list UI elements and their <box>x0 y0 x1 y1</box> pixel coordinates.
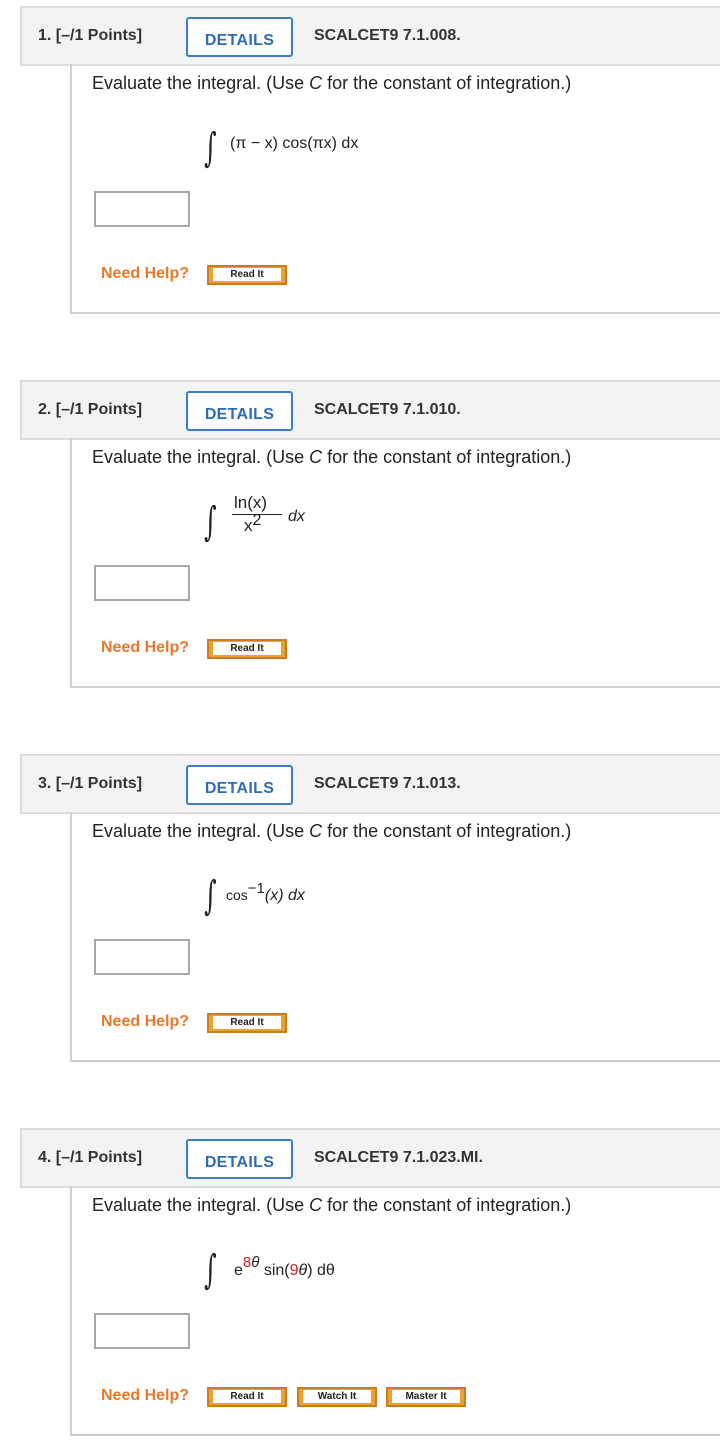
integrand-exponent: −1 <box>247 880 265 897</box>
need-help-label: Need Help? <box>101 639 190 656</box>
question-body: Evaluate the integral. (Use C for the co… <box>70 438 720 688</box>
argument-coefficient: 9 <box>289 1262 299 1279</box>
denominator-base: x <box>244 516 253 535</box>
read-it-label: Read It <box>213 268 281 281</box>
integral-sign: ∫ <box>204 1247 217 1293</box>
question-body: Evaluate the integral. (Use C for the co… <box>70 812 720 1062</box>
prompt-text-end: for the constant of integration.) <box>322 73 572 93</box>
answer-input[interactable] <box>94 565 190 601</box>
denominator-exponent: 2 <box>252 512 262 529</box>
question-id: SCALCET9 7.1.023.MI. <box>314 1149 483 1166</box>
prompt-text: Evaluate the integral. (Use <box>92 1195 310 1215</box>
read-it-label: Read It <box>213 642 281 655</box>
answer-input[interactable] <box>94 191 190 227</box>
question-header: 3. [–/1 Points] DETAILS SCALCET9 7.1.013… <box>20 754 720 814</box>
constant-variable: C <box>309 821 323 841</box>
question-header: 2. [–/1 Points] DETAILS SCALCET9 7.1.010… <box>20 380 720 440</box>
question-1: 1. [–/1 Points] DETAILS SCALCET9 7.1.008… <box>20 6 720 314</box>
question-body: Evaluate the integral. (Use C for the co… <box>70 64 720 314</box>
question-number: 2. [–/1 Points] <box>38 401 143 418</box>
details-button[interactable]: DETAILS <box>186 17 293 57</box>
read-it-button[interactable]: Read It <box>207 639 287 659</box>
question-id: SCALCET9 7.1.010. <box>314 401 461 418</box>
need-help-label: Need Help? <box>101 1013 190 1030</box>
master-it-label: Master It <box>392 1390 460 1403</box>
integrand-rest: (x) dx <box>264 887 305 904</box>
integrand: (π − x) cos(πx) dx <box>230 135 359 152</box>
question-body: Evaluate the integral. (Use C for the co… <box>70 1186 720 1436</box>
read-it-label: Read It <box>213 1016 281 1029</box>
read-it-button[interactable]: Read It <box>207 1013 287 1033</box>
prompt-text: Evaluate the integral. (Use <box>92 821 310 841</box>
constant-variable: C <box>309 447 323 467</box>
question-prompt: Evaluate the integral. (Use C for the co… <box>92 1195 571 1216</box>
watch-it-label: Watch It <box>303 1390 371 1403</box>
fraction-denominator: x2 <box>244 512 261 536</box>
prompt-text: Evaluate the integral. (Use <box>92 73 310 93</box>
question-header: 4. [–/1 Points] DETAILS SCALCET9 7.1.023… <box>20 1128 720 1188</box>
question-prompt: Evaluate the integral. (Use C for the co… <box>92 73 571 94</box>
read-it-button[interactable]: Read It <box>207 265 287 285</box>
integral-sign: ∫ <box>204 499 217 545</box>
prompt-text: Evaluate the integral. (Use <box>92 447 310 467</box>
integrand-tail: dx <box>288 508 305 525</box>
question-header: 1. [–/1 Points] DETAILS SCALCET9 7.1.008… <box>20 6 720 66</box>
question-4: 4. [–/1 Points] DETAILS SCALCET9 7.1.023… <box>20 1128 720 1436</box>
integrand-exponent: 8θ <box>243 1254 259 1271</box>
question-number: 4. [–/1 Points] <box>38 1149 143 1166</box>
constant-variable: C <box>309 1195 323 1215</box>
question-number: 3. [–/1 Points] <box>38 775 143 792</box>
question-3: 3. [–/1 Points] DETAILS SCALCET9 7.1.013… <box>20 754 720 1062</box>
integrand: cos−1(x) dx <box>226 880 305 905</box>
need-help-label: Need Help? <box>101 1387 190 1404</box>
integral-sign: ∫ <box>204 125 217 171</box>
prompt-text-end: for the constant of integration.) <box>322 821 572 841</box>
question-id: SCALCET9 7.1.008. <box>314 27 461 44</box>
answer-input[interactable] <box>94 939 190 975</box>
constant-variable: C <box>309 73 323 93</box>
integrand-close: ) dθ <box>307 1262 335 1279</box>
fraction-numerator: ln(x) <box>234 493 268 512</box>
read-it-label: Read It <box>213 1390 281 1403</box>
integrand-function: cos <box>226 887 248 903</box>
details-button[interactable]: DETAILS <box>186 1139 293 1179</box>
read-it-button[interactable]: Read It <box>207 1387 287 1407</box>
prompt-text-end: for the constant of integration.) <box>322 447 572 467</box>
question-prompt: Evaluate the integral. (Use C for the co… <box>92 821 571 842</box>
integrand-function: sin( <box>259 1262 290 1279</box>
question-number: 1. [–/1 Points] <box>38 27 143 44</box>
exponent-coefficient: 8 <box>242 1254 252 1271</box>
details-button[interactable]: DETAILS <box>186 391 293 431</box>
details-button[interactable]: DETAILS <box>186 765 293 805</box>
answer-input[interactable] <box>94 1313 190 1349</box>
question-prompt: Evaluate the integral. (Use C for the co… <box>92 447 571 468</box>
integrand-base: e <box>234 1262 243 1279</box>
integrand: e8θ sin(9θ) dθ <box>234 1254 335 1280</box>
watch-it-button[interactable]: Watch It <box>297 1387 377 1407</box>
need-help-label: Need Help? <box>101 265 190 282</box>
question-2: 2. [–/1 Points] DETAILS SCALCET9 7.1.010… <box>20 380 720 688</box>
argument-variable: θ <box>298 1262 308 1279</box>
master-it-button[interactable]: Master It <box>386 1387 466 1407</box>
prompt-text-end: for the constant of integration.) <box>322 1195 572 1215</box>
integral-sign: ∫ <box>204 873 217 919</box>
question-id: SCALCET9 7.1.013. <box>314 775 461 792</box>
